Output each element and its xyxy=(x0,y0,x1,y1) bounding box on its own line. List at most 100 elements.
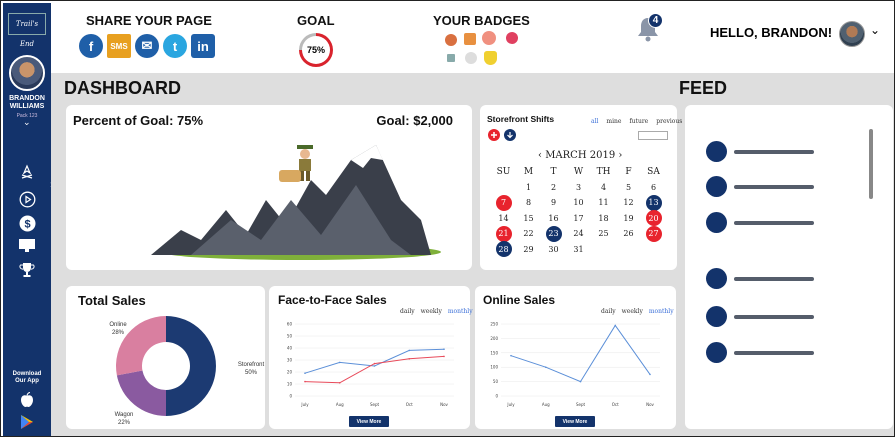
calendar-day-shift[interactable]: 13 xyxy=(641,194,666,211)
calendar-day[interactable]: 1 xyxy=(516,180,541,196)
data-point[interactable] xyxy=(338,382,341,384)
calendar-day-number: 23 xyxy=(545,225,562,242)
data-point[interactable] xyxy=(373,365,376,367)
calendar-day[interactable]: 31 xyxy=(566,242,591,258)
badge-icon[interactable] xyxy=(484,51,497,65)
range-tab-daily[interactable]: daily xyxy=(601,308,616,315)
calendar-day[interactable]: 17 xyxy=(566,211,591,227)
calendar-day-shift[interactable]: 27 xyxy=(641,225,666,242)
calendar-day[interactable]: 10 xyxy=(566,195,591,211)
calendar-day[interactable]: 9 xyxy=(541,195,566,211)
data-point[interactable] xyxy=(304,372,306,374)
calendar-day[interactable]: 4 xyxy=(591,180,616,196)
online-view-more-button[interactable]: View More xyxy=(555,416,595,427)
range-tab-monthly[interactable]: monthly xyxy=(448,308,473,315)
calendar-day-number: 18 xyxy=(598,213,609,223)
tab-all[interactable]: all xyxy=(591,118,598,125)
calendar-day-shift[interactable]: 21 xyxy=(491,225,516,242)
prev-month-button[interactable]: ‹ xyxy=(538,150,542,161)
next-month-button[interactable]: › xyxy=(618,150,622,161)
chevron-down-icon[interactable]: ⌄ xyxy=(23,117,31,128)
play-icon[interactable] xyxy=(18,190,36,208)
brand-logo[interactable]: Trail's End xyxy=(8,13,46,48)
f2f-view-more-button[interactable]: View More xyxy=(349,416,389,427)
dollar-icon[interactable]: $ xyxy=(18,214,36,232)
pie-slice-wagon[interactable] xyxy=(116,370,166,416)
calendar-day[interactable]: 15 xyxy=(516,211,541,227)
calendar-day[interactable]: 14 xyxy=(491,211,516,227)
tab-previous[interactable]: previous xyxy=(656,118,682,125)
calendar-day[interactable]: 25 xyxy=(591,226,616,242)
data-point[interactable] xyxy=(649,373,651,376)
feed-scrollbar[interactable] xyxy=(867,121,875,421)
calendar-day[interactable]: 24 xyxy=(566,226,591,242)
data-point[interactable] xyxy=(443,348,445,350)
badge-icon[interactable] xyxy=(465,52,477,64)
linkedin-icon[interactable]: in xyxy=(191,34,215,58)
google-play-icon[interactable] xyxy=(18,413,36,431)
data-point[interactable] xyxy=(544,366,547,368)
email-icon[interactable]: ✉ xyxy=(135,34,159,58)
feed-avatar xyxy=(706,268,727,289)
calendar-day[interactable]: 29 xyxy=(516,242,541,258)
avatar[interactable] xyxy=(9,55,45,91)
calendar-day[interactable]: 26 xyxy=(616,226,641,242)
dashboard-title: DASHBOARD xyxy=(64,78,181,98)
facebook-icon[interactable]: f xyxy=(79,34,103,58)
calendar-day[interactable]: 8 xyxy=(516,195,541,211)
chevron-down-icon[interactable]: ⌄ xyxy=(870,23,880,37)
data-point[interactable] xyxy=(614,324,617,327)
goal-percent: 75% xyxy=(302,36,330,64)
calendar-day[interactable]: 16 xyxy=(541,211,566,227)
badge-icon[interactable] xyxy=(445,34,457,46)
badge-icon[interactable] xyxy=(506,32,518,44)
data-point[interactable] xyxy=(579,380,582,383)
campfire-icon[interactable] xyxy=(18,163,36,181)
range-tab-weekly[interactable]: weekly xyxy=(421,308,442,315)
data-point[interactable] xyxy=(304,380,306,383)
calendar-day[interactable]: 12 xyxy=(616,195,641,211)
calendar-day[interactable]: 22 xyxy=(516,226,541,242)
calendar-day-shift[interactable]: 23 xyxy=(541,225,566,242)
data-point[interactable] xyxy=(408,349,411,352)
range-tab-weekly[interactable]: weekly xyxy=(622,308,643,315)
data-point[interactable] xyxy=(338,361,341,364)
calendar-day[interactable]: 6 xyxy=(641,180,666,196)
data-point[interactable] xyxy=(408,358,411,360)
x-tick-label: Sept xyxy=(370,402,380,407)
x-tick-label: Oct xyxy=(406,402,413,407)
tab-future[interactable]: future xyxy=(629,118,648,125)
scrollbar-thumb[interactable] xyxy=(869,129,873,199)
trophy-icon[interactable] xyxy=(18,261,36,279)
calendar-day[interactable]: 30 xyxy=(541,242,566,258)
calendar-day[interactable]: 18 xyxy=(591,211,616,227)
calendar-day[interactable]: 3 xyxy=(566,180,591,196)
goal-progress-ring[interactable]: 75% xyxy=(299,33,333,67)
badge-icon[interactable] xyxy=(482,31,496,45)
range-tab-monthly[interactable]: monthly xyxy=(649,308,674,315)
pie-slice-storefront[interactable] xyxy=(166,316,216,416)
twitter-icon[interactable]: t xyxy=(163,34,187,58)
calendar-day[interactable]: 19 xyxy=(616,211,641,227)
calendar-day-shift[interactable]: 20 xyxy=(641,210,666,227)
calendar-day-shift[interactable]: 7 xyxy=(491,194,516,211)
badge-icon[interactable] xyxy=(464,33,476,45)
calendar-day-number: 22 xyxy=(523,229,534,239)
tab-mine[interactable]: mine xyxy=(606,118,621,125)
shift-search-input[interactable] xyxy=(638,131,668,140)
calendar-day[interactable]: 11 xyxy=(591,195,616,211)
avatar[interactable] xyxy=(839,21,865,47)
day-of-week-header: F xyxy=(625,166,632,177)
badge-icon[interactable] xyxy=(447,54,455,62)
y-tick-label: 50 xyxy=(287,334,293,339)
sms-icon[interactable]: SMS xyxy=(107,34,131,58)
data-point[interactable] xyxy=(443,355,445,358)
calendar-day[interactable]: 5 xyxy=(616,180,641,196)
data-point[interactable] xyxy=(373,362,376,365)
range-tab-daily[interactable]: daily xyxy=(400,308,415,315)
monitor-icon[interactable] xyxy=(18,237,36,255)
data-point[interactable] xyxy=(510,354,512,357)
apple-icon[interactable] xyxy=(18,391,36,409)
calendar-day-shift[interactable]: 28 xyxy=(491,241,516,258)
calendar-day[interactable]: 2 xyxy=(541,180,566,196)
